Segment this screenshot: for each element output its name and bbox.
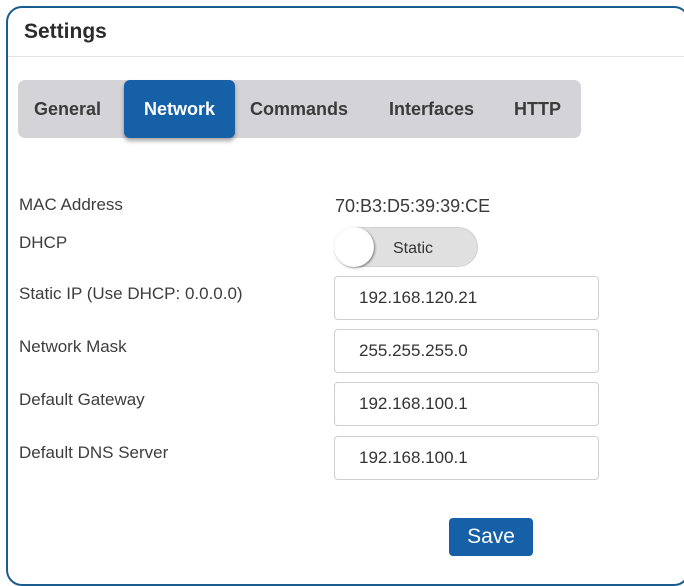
panel-header: Settings — [8, 8, 684, 57]
dhcp-toggle-state: Static — [393, 240, 434, 257]
default-gateway-label: Default Gateway — [19, 390, 145, 409]
dhcp-toggle[interactable]: Static — [334, 227, 478, 267]
dhcp-label: DHCP — [19, 233, 68, 252]
network-mask-input[interactable] — [334, 329, 599, 373]
default-gateway-input[interactable] — [334, 382, 599, 426]
toggle-knob — [334, 227, 374, 267]
mac-address-value: 70:B3:D5:39:39:CE — [335, 196, 491, 216]
static-ip-label: Static IP (Use DHCP: 0.0.0.0) — [19, 284, 243, 303]
network-mask-label: Network Mask — [19, 337, 127, 356]
static-ip-input[interactable] — [334, 276, 599, 320]
tab-general[interactable]: General — [34, 80, 101, 138]
settings-panel: Settings General Network Commands Interf… — [6, 6, 684, 586]
tab-commands[interactable]: Commands — [250, 80, 348, 138]
save-button[interactable]: Save — [449, 518, 533, 556]
tab-http[interactable]: HTTP — [514, 80, 561, 138]
tab-bar: General Network Commands Interfaces HTTP — [18, 80, 581, 138]
tab-interfaces[interactable]: Interfaces — [389, 80, 474, 138]
default-dns-label: Default DNS Server — [19, 443, 169, 462]
panel-title: Settings — [24, 20, 107, 43]
default-dns-input[interactable] — [334, 436, 599, 480]
mac-address-label: MAC Address — [19, 195, 123, 214]
tab-network[interactable]: Network — [124, 80, 235, 138]
